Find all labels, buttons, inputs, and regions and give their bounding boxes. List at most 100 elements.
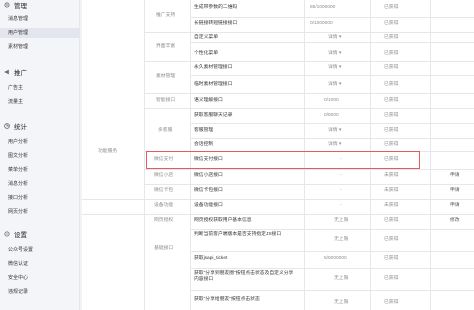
- api-quota-details[interactable]: 详情 ▾: [328, 65, 341, 71]
- api-quota: 5/5000000: [324, 256, 347, 261]
- api-status: 已获得: [384, 157, 399, 162]
- api-status: 已获得: [384, 218, 399, 223]
- api-status: 已获得: [384, 276, 399, 281]
- api-quota-details[interactable]: 详情 ▾: [328, 128, 341, 134]
- nav-group-label: 推广: [14, 70, 27, 77]
- api-name: 微信小店接口: [194, 173, 223, 178]
- api-status: 已获得: [384, 51, 399, 56]
- sidebar-item-menu-analysis[interactable]: 菜单分析: [8, 165, 78, 175]
- api-category: 设备功能: [154, 203, 174, 208]
- api-quota: 无上限: [334, 237, 349, 242]
- api-name: 长链接转短链接接口: [194, 21, 238, 26]
- sidebar: 管理 消息管理 用户管理 素材管理 推广 广告主 流量主 统计 用户分析 图文分…: [0, 0, 80, 310]
- api-status: 已获得: [384, 98, 399, 103]
- row-divider: [190, 42, 474, 43]
- sidebar-item-security[interactable]: 安全中心: [8, 273, 78, 283]
- apply-link[interactable]: 申请: [450, 188, 460, 194]
- api-category: 微信支付: [154, 157, 174, 162]
- api-status: 未获得: [384, 203, 399, 208]
- api-quota: 0/1000: [324, 98, 339, 103]
- nav-group-settings[interactable]: 设置: [4, 229, 27, 239]
- api-category: 微信卡包: [154, 188, 174, 193]
- nav-group-stats[interactable]: 统计: [4, 121, 27, 131]
- sidebar-item-article-analysis[interactable]: 图文分析: [8, 151, 78, 161]
- sidebar-item-user-analysis[interactable]: 用户分析: [8, 137, 78, 147]
- sidebar-item-publisher[interactable]: 流量主: [8, 97, 78, 107]
- api-quota: 无上限: [334, 276, 349, 281]
- api-status: 已获得: [384, 128, 399, 133]
- api-quota: -: [340, 203, 342, 208]
- row-divider: [190, 138, 474, 139]
- nav-group-label: 设置: [14, 232, 27, 239]
- api-status: 已获得: [384, 65, 399, 70]
- modify-link[interactable]: 修改: [450, 218, 460, 224]
- api-quota: 无上限: [334, 300, 349, 305]
- row-divider: [190, 251, 474, 252]
- gear-icon: [4, 2, 10, 8]
- api-name: 临时素材管理接口: [194, 82, 233, 87]
- api-name: 微信卡包接口: [194, 188, 223, 193]
- api-status: 已获得: [384, 113, 399, 118]
- api-quota-details[interactable]: 详情 ▾: [328, 142, 341, 148]
- api-category: 微信小店: [154, 173, 174, 178]
- row-divider: [190, 268, 474, 269]
- api-status: 已获得: [384, 82, 399, 87]
- row-divider: [144, 108, 474, 109]
- sidebar-item-violations[interactable]: 违规记录: [8, 287, 78, 297]
- api-category: 多客服: [158, 128, 173, 133]
- sidebar-item-verification[interactable]: 微信认证: [8, 259, 78, 269]
- nav-group-label: 统计: [14, 124, 27, 131]
- nav-group-promotion[interactable]: 推广: [4, 67, 27, 77]
- column-divider: [144, 0, 145, 310]
- group-label-function-service: 功能服务: [98, 149, 118, 154]
- api-name: 设备功能接口: [194, 203, 223, 208]
- api-quota: 无上限: [334, 218, 349, 223]
- sidebar-item-materials[interactable]: 素材管理: [8, 42, 78, 52]
- row-divider: [144, 169, 474, 170]
- row-divider: [190, 17, 474, 18]
- api-category: 基础接口: [154, 246, 174, 251]
- nav-group-label: 管理: [14, 3, 27, 10]
- api-name: 判断当前客户端版本是否支持指定JS接口: [194, 232, 282, 237]
- row-divider: [190, 75, 474, 76]
- api-name: 个性化菜单: [194, 51, 218, 56]
- sidebar-item-messages[interactable]: 消息管理: [8, 14, 78, 24]
- api-name: 生成带参数的二维码: [194, 5, 238, 10]
- row-divider: [190, 229, 474, 230]
- api-name: 微信支付接口: [194, 157, 223, 162]
- api-status: 已获得: [384, 300, 399, 305]
- api-status: 已获得: [384, 21, 399, 26]
- sidebar-item-web-analysis[interactable]: 网页分析: [8, 207, 78, 217]
- highlight-box: [146, 151, 420, 169]
- api-status: 已获得: [384, 35, 399, 40]
- api-name: 语义理解接口: [194, 98, 223, 103]
- api-status: 未获得: [384, 188, 399, 193]
- api-quota: 0/5000: [324, 113, 339, 118]
- api-name: 永久素材管理接口: [194, 65, 233, 70]
- api-status: 已获得: [384, 142, 399, 147]
- sidebar-item-api-analysis[interactable]: 接口分析: [8, 193, 78, 203]
- api-category: 素材管理: [156, 74, 176, 79]
- api-name: 获取jsapi_ticket: [194, 256, 228, 261]
- apply-link[interactable]: 申请: [450, 173, 460, 179]
- nav-group-manage[interactable]: 管理: [4, 0, 27, 10]
- api-status: 已获得: [384, 5, 399, 10]
- api-name: 获取"分享到朋友圈"按钮点击状态及自定义分享内容接口: [194, 271, 294, 282]
- row-divider: [190, 123, 474, 124]
- api-quota-details[interactable]: 详情 ▾: [328, 82, 341, 88]
- api-quota-details[interactable]: 详情 ▾: [328, 51, 341, 57]
- apply-link[interactable]: 申请: [450, 203, 460, 209]
- sidebar-item-account-settings[interactable]: 公众号设置: [8, 245, 78, 255]
- row-divider: [82, 199, 474, 200]
- sidebar-item-message-analysis[interactable]: 消息分析: [8, 179, 78, 189]
- api-category: 网页授权: [154, 218, 174, 223]
- api-name: 网页授权获取用户基本信息: [194, 218, 252, 223]
- api-status: 已获得: [384, 237, 399, 242]
- api-quota: 85/1000000: [310, 5, 336, 10]
- row-divider: [144, 184, 474, 185]
- api-name: 获取客服聊天记录: [194, 113, 233, 118]
- sidebar-item-users[interactable]: 用户管理: [0, 28, 80, 38]
- api-quota-details[interactable]: 详情 ▾: [328, 35, 341, 41]
- sidebar-item-advertiser[interactable]: 广告主: [8, 83, 78, 93]
- api-quota: -: [340, 188, 342, 193]
